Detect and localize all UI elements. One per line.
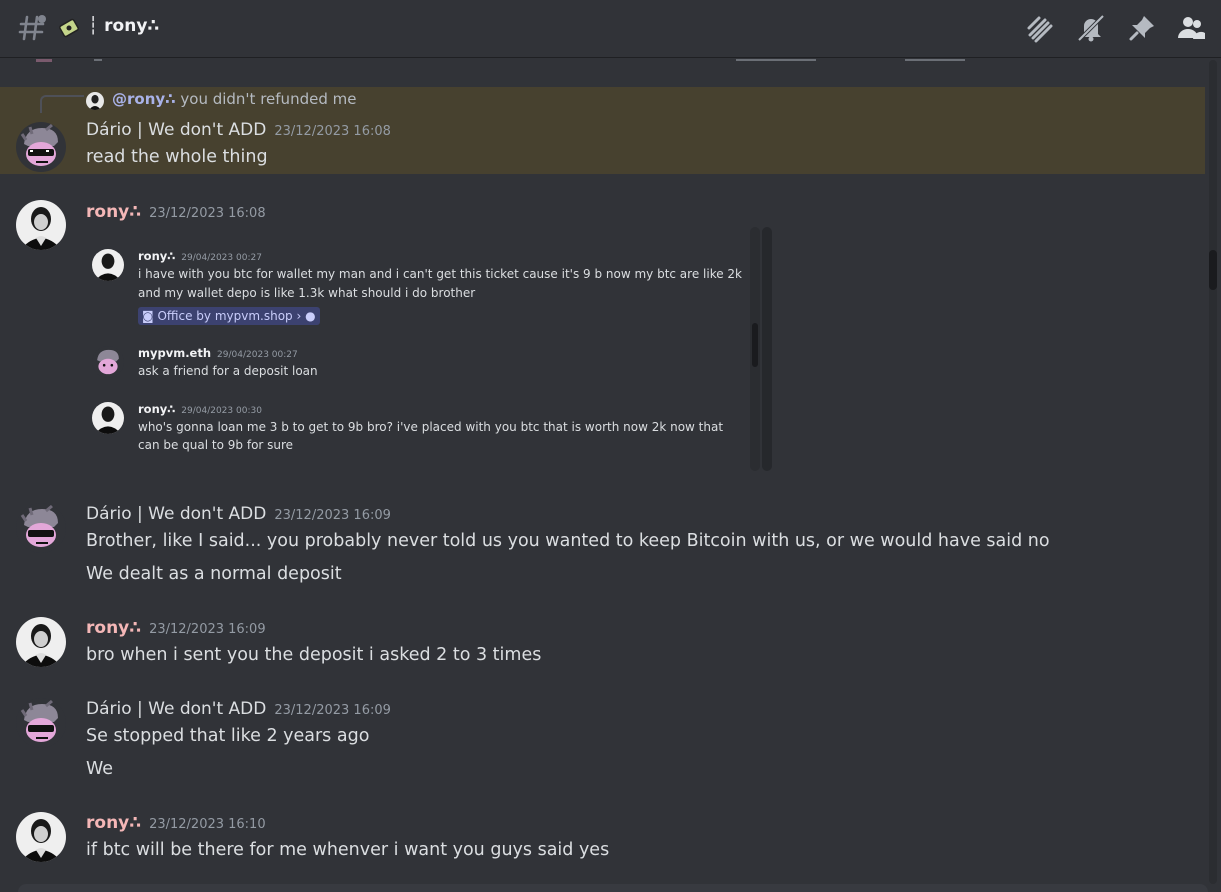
timestamp: 23/12/2023 16:08 — [149, 206, 266, 221]
embed-channel-link: ◙ Office by mypvm.shop › ● — [138, 307, 320, 325]
bell-slash-icon[interactable] — [1076, 13, 1106, 43]
embed-text: can be qual to 9b for sure — [138, 438, 294, 452]
channel-name: ┆ rony∴ — [88, 16, 160, 36]
embed-text: i have with you btc for wallet my man an… — [138, 267, 743, 281]
avatar[interactable] — [16, 698, 66, 748]
image-attachment[interactable]: rony∴ 29/04/2023 00:27 i have with you bt… — [86, 227, 774, 473]
reply-preview[interactable]: @rony∴ you didn't refunded me — [112, 90, 356, 108]
message-header: Dário | We don't ADD 23/12/2023 16:09 — [86, 504, 391, 524]
reply-content: you didn't refunded me — [180, 90, 357, 108]
reply-mention[interactable]: @rony∴ — [112, 90, 176, 108]
author-name[interactable]: rony∴ — [86, 618, 141, 638]
timestamp: 23/12/2023 16:09 — [274, 508, 391, 523]
message-input[interactable] — [18, 884, 1208, 892]
embed-avatar — [92, 249, 124, 281]
message-header: Dário | We don't ADD 23/12/2023 16:09 — [86, 699, 391, 719]
embed-text: and my wallet depo is like 1.3k what sho… — [138, 286, 476, 300]
message-text: if btc will be there for me whenver i wa… — [86, 840, 610, 860]
chat-scrollbar[interactable] — [1209, 60, 1217, 884]
author-name[interactable]: rony∴ — [86, 202, 141, 222]
avatar[interactable] — [16, 122, 66, 172]
message-text: Se stopped that like 2 years ago — [86, 726, 370, 746]
message-text: bro when i sent you the deposit i asked … — [86, 645, 542, 665]
timestamp: 23/12/2023 16:10 — [149, 817, 266, 832]
embed-author: rony∴ 29/04/2023 00:30 — [138, 402, 262, 416]
author-name[interactable]: Dário | We don't ADD — [86, 699, 266, 719]
channel-header: ┆ rony∴ — [0, 0, 1221, 58]
chat-scroll-thumb[interactable] — [1209, 250, 1217, 290]
message-text: We dealt as a normal deposit — [86, 564, 342, 584]
embed-text: ask a friend for a deposit loan — [138, 364, 318, 378]
message-text: read the whole thing — [86, 147, 268, 167]
message-header: rony∴ 23/12/2023 16:09 — [86, 618, 266, 638]
embed-scroll-thumb — [752, 323, 758, 367]
reply-avatar — [86, 92, 104, 110]
embed-author: mypvm.eth 29/04/2023 00:27 — [138, 346, 298, 360]
message-text: Brother, like I said... you probably nev… — [86, 531, 1050, 551]
timestamp: 23/12/2023 16:08 — [274, 124, 391, 139]
threads-icon[interactable] — [1025, 13, 1055, 43]
embed-edge — [762, 227, 772, 471]
timestamp: 23/12/2023 16:09 — [274, 703, 391, 718]
cut-off-previous-message — [36, 59, 965, 62]
message-header: rony∴ 23/12/2023 16:08 — [86, 202, 266, 222]
avatar[interactable] — [16, 617, 66, 667]
message-header: rony∴ 23/12/2023 16:10 — [86, 813, 266, 833]
avatar[interactable] — [16, 812, 66, 862]
avatar[interactable] — [16, 503, 66, 553]
author-name[interactable]: Dário | We don't ADD — [86, 504, 266, 524]
members-icon[interactable] — [1176, 13, 1206, 43]
pin-icon[interactable] — [1127, 13, 1157, 43]
timestamp: 23/12/2023 16:09 — [149, 622, 266, 637]
reply-connector — [40, 95, 84, 113]
message-text: We — [86, 759, 114, 779]
embed-author: rony∴ 29/04/2023 00:27 — [138, 249, 262, 263]
hash-icon — [18, 15, 46, 41]
embed-avatar — [92, 346, 124, 378]
author-name[interactable]: Dário | We don't ADD — [86, 120, 266, 140]
message-header: Dário | We don't ADD 23/12/2023 16:08 — [86, 120, 391, 140]
author-name[interactable]: rony∴ — [86, 813, 141, 833]
embed-avatar — [92, 402, 124, 434]
embed-text: who's gonna loan me 3 b to get to 9b bro… — [138, 420, 724, 434]
ticket-emoji-icon — [59, 18, 79, 38]
avatar[interactable] — [16, 200, 66, 250]
